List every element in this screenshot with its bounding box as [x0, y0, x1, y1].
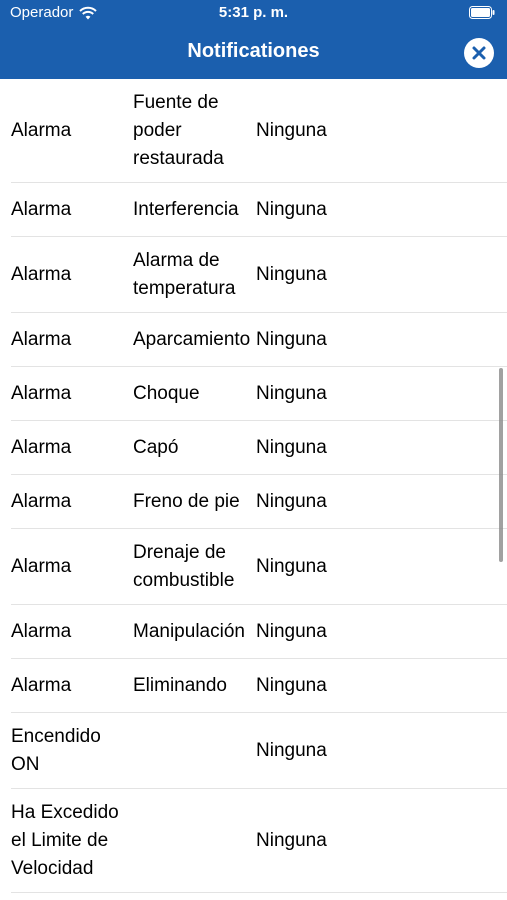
notification-value: Ninguna — [256, 328, 327, 350]
list-item[interactable]: Alarma Drenaje de combustible Ninguna — [11, 529, 507, 605]
list-item[interactable]: Alarma Eliminando Ninguna — [11, 659, 507, 713]
notification-type: Alarma — [11, 620, 72, 642]
notification-value: Ninguna — [256, 490, 327, 512]
list-item[interactable]: Encendido ON Ninguna — [11, 713, 507, 789]
list-item[interactable]: Alarma Manipulación Ninguna — [11, 605, 507, 659]
notification-value: Ninguna — [256, 620, 327, 642]
close-button[interactable] — [464, 38, 494, 68]
notification-type: Alarma — [11, 555, 72, 577]
notification-value: Ninguna — [256, 829, 327, 851]
notification-event: Aparcamiento — [133, 328, 251, 350]
notification-event: Manipulación — [133, 620, 245, 642]
notification-value: Ninguna — [256, 119, 327, 141]
list-item[interactable]: Alarma Alarma de temperatura Ninguna — [11, 237, 507, 313]
notification-type: Alarma — [11, 490, 72, 512]
list-item[interactable]: Alarma Freno de pie Ninguna — [11, 475, 507, 529]
list-item[interactable]: Alarma Fuente de poder restaurada Ninguna — [11, 79, 507, 183]
notification-value: Ninguna — [256, 739, 327, 761]
battery-icon — [469, 6, 495, 19]
status-bar: Operador 5:31 p. m. — [0, 0, 507, 26]
list-item[interactable]: Alarma Interferencia Ninguna — [11, 183, 507, 237]
notification-event: Capó — [133, 436, 179, 458]
page-title: Notificationes — [187, 40, 320, 62]
notification-event: Interferencia — [133, 198, 239, 220]
notification-event: Alarma de temperatura — [133, 249, 236, 299]
notification-event: Drenaje de combustible — [133, 541, 235, 591]
list-item[interactable]: Alarma Capó Ninguna — [11, 421, 507, 475]
list-item[interactable]: Alarma Choque Ninguna — [11, 367, 507, 421]
status-time: 5:31 p. m. — [218, 4, 289, 21]
notification-type: Alarma — [11, 198, 72, 220]
notification-type: Alarma — [11, 328, 72, 350]
notification-event: Choque — [133, 382, 200, 404]
notification-value: Ninguna — [256, 263, 327, 285]
notification-type: Encendido ON — [11, 725, 101, 775]
scrollbar[interactable] — [499, 368, 503, 562]
notification-type: Alarma — [11, 436, 72, 458]
list-item[interactable]: Ha Excedido el Limite de Velocidad Ningun… — [11, 789, 507, 893]
notification-value: Ninguna — [256, 382, 327, 404]
notification-list[interactable]: Alarma Fuente de poder restaurada Ninguna A… — [0, 79, 507, 900]
notification-event: Fuente de poder restaurada — [133, 91, 224, 169]
list-item[interactable]: Alarma Aparcamiento Ninguna — [11, 313, 507, 367]
notification-value: Ninguna — [256, 674, 327, 696]
notification-type: Alarma — [11, 263, 72, 285]
notification-value: Ninguna — [256, 436, 327, 458]
notification-event: Freno de pie — [133, 490, 240, 512]
close-icon — [472, 46, 486, 60]
notification-type: Alarma — [11, 382, 72, 404]
notification-value: Ninguna — [256, 198, 327, 220]
notification-type: Ha Excedido el Limite de Velocidad — [11, 801, 119, 879]
notification-type: Alarma — [11, 119, 72, 141]
notification-event: Eliminando — [133, 674, 227, 696]
notification-type: Alarma — [11, 674, 72, 696]
nav-bar: Notificationes — [0, 26, 507, 79]
notification-value: Ninguna — [256, 555, 327, 577]
